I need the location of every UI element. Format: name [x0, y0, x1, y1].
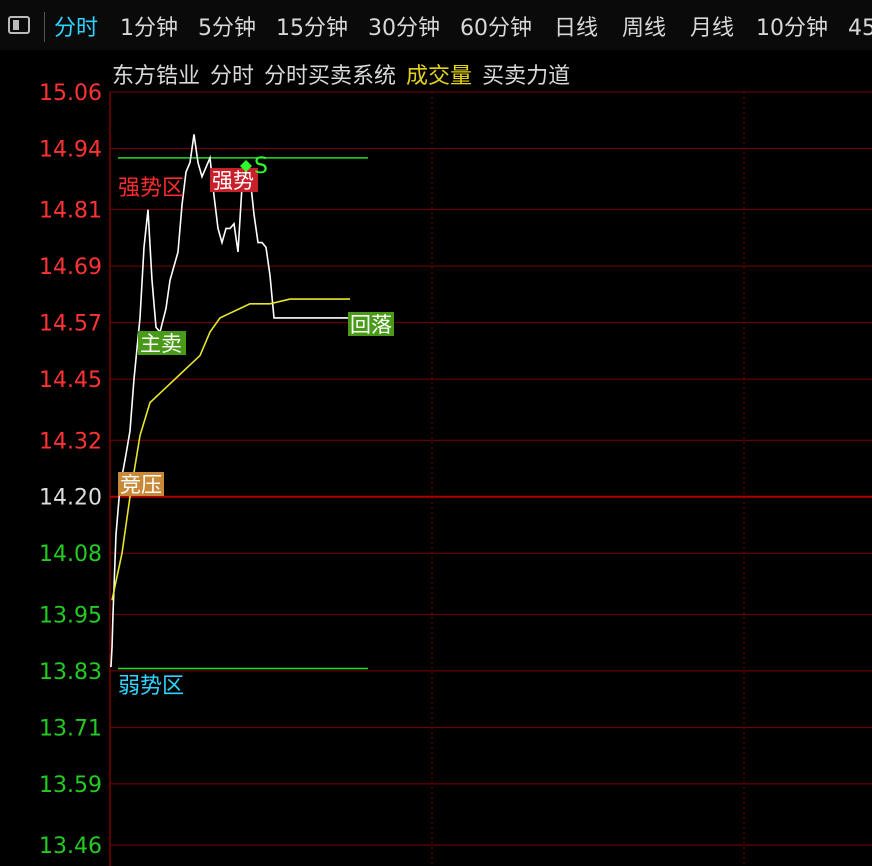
- annotation-5: 竞压: [120, 473, 162, 497]
- y-tick-label-5: 14.45: [39, 368, 102, 393]
- y-tick-label-11: 13.71: [39, 716, 102, 741]
- y-tick-label-0: 15.06: [39, 81, 102, 106]
- annotation-6: S: [254, 154, 268, 179]
- y-tick-label-10: 13.83: [39, 660, 102, 685]
- y-tick-label-2: 14.81: [39, 199, 102, 224]
- y-tick-label-13: 13.46: [39, 834, 102, 859]
- annotation-4: 回落: [350, 313, 392, 337]
- annotation-0: 强势区: [118, 176, 184, 201]
- annotation-3: 主卖: [140, 332, 182, 356]
- y-tick-label-8: 14.08: [39, 542, 102, 567]
- annotation-2: 强势: [212, 169, 254, 193]
- series-line-price: [110, 134, 350, 667]
- y-tick-label-12: 13.59: [39, 773, 102, 798]
- y-tick-label-3: 14.69: [39, 255, 102, 280]
- y-tick-label-7: 14.20: [39, 486, 102, 511]
- y-tick-label-6: 14.32: [39, 429, 102, 454]
- annotation-1: 弱势区: [118, 674, 184, 699]
- y-tick-label-9: 13.95: [39, 603, 102, 628]
- intraday-chart[interactable]: 15.06 14.94 14.81 14.69 14.57 14.45 14.32 14.20…: [0, 0, 872, 866]
- y-tick-label-1: 14.94: [39, 137, 102, 162]
- y-tick-label-4: 14.57: [39, 312, 102, 337]
